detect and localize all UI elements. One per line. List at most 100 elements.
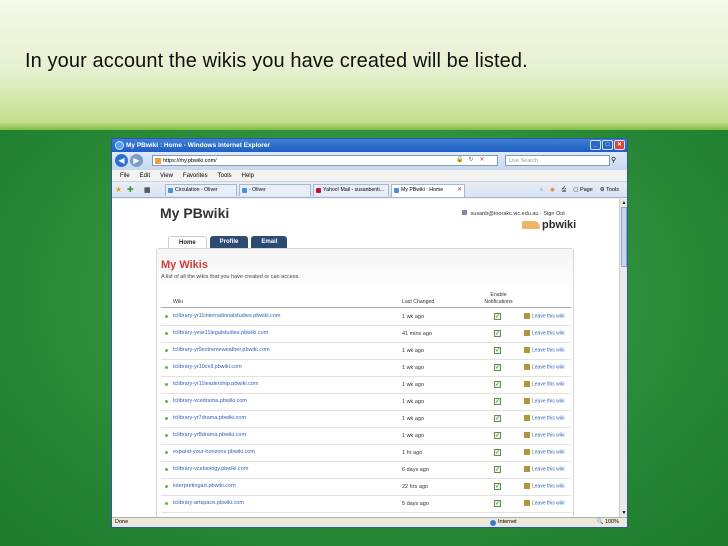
tab-close-icon[interactable]: ✕ [457, 185, 462, 196]
print-icon[interactable]: ⎙ [562, 185, 566, 195]
wiki-link[interactable]: interpretingart.pbwiki.com [173, 483, 236, 489]
menu-view[interactable]: View [160, 170, 173, 181]
page-menu[interactable]: ▢ Page [573, 185, 593, 195]
leave-wiki-link[interactable]: Leave this wiki [524, 313, 565, 319]
tab-home[interactable]: Home [168, 236, 207, 248]
wiki-link[interactable]: tclibrary-vcebiology.pbwiki.com [173, 466, 248, 472]
last-changed: 1 wk ago [402, 416, 425, 422]
leave-wiki-link[interactable]: Leave this wiki [524, 449, 565, 455]
table-row: tclibrary-artspace.pbwiki.com 5 days ago ✓… [161, 496, 571, 513]
notification-checkbox[interactable]: ✓ [494, 432, 501, 439]
tab-yahoo-mail[interactable]: Yahoo! Mail - susanbenti... [313, 184, 389, 196]
wiki-link[interactable]: tclibrary-yr8drama.pbwiki.com [173, 432, 246, 438]
table-row: tclibrary-vcedrama.pbwiki.com 1 wk ago ✓ Le… [161, 394, 571, 411]
notification-checkbox[interactable]: ✓ [494, 381, 501, 388]
zoom-level[interactable]: 🔍 100% [597, 518, 619, 527]
tab-circulation[interactable]: Circulation - Oliver [165, 184, 237, 196]
wiki-link[interactable]: tclibrary-yr11leadership.pbwiki.com [173, 381, 258, 387]
leave-label: Leave this wiki [532, 313, 565, 320]
bullet-icon [165, 468, 168, 471]
notification-checkbox[interactable]: ✓ [494, 500, 501, 507]
search-icon[interactable]: ⚲ [611, 155, 621, 166]
tab-oliver[interactable]: - Oliver [239, 184, 311, 196]
add-favorite-icon[interactable]: ✚ [127, 185, 134, 194]
table-header: Wiki Last Changed Enable Notifications [161, 290, 571, 308]
notification-checkbox[interactable]: ✓ [494, 398, 501, 405]
close-button[interactable]: ✕ [614, 140, 625, 150]
wiki-link[interactable]: tclibrary-artspace.pbwiki.com [173, 500, 244, 506]
vertical-scrollbar[interactable]: ▲ ▼ [619, 199, 627, 517]
menu-help[interactable]: Help [242, 170, 254, 181]
user-email[interactable]: susanb@toorakc.vic.edu.au [471, 211, 539, 217]
wiki-link[interactable]: tclibrary-yr7drama.pbwiki.com [173, 415, 246, 421]
tools-menu[interactable]: ⚙ Tools [600, 185, 619, 195]
scroll-down-icon[interactable]: ▼ [621, 510, 627, 516]
bullet-icon [165, 400, 168, 403]
minimize-button[interactable]: _ [590, 140, 601, 150]
stop-icon[interactable]: ✕ [478, 156, 486, 164]
notification-checkbox[interactable]: ✓ [494, 466, 501, 473]
leave-icon [524, 466, 530, 472]
search-input[interactable]: Live Search [505, 155, 610, 166]
last-changed: 6 days ago [402, 467, 429, 473]
back-button[interactable]: ◀ [115, 154, 128, 167]
leave-label: Leave this wiki [532, 432, 565, 439]
url-input[interactable]: https://my.pbwiki.com/ [152, 155, 498, 166]
home-icon[interactable]: ⌂ [540, 185, 543, 195]
notification-checkbox[interactable]: ✓ [494, 330, 501, 337]
leave-wiki-link[interactable]: Leave this wiki [524, 466, 565, 472]
sign-out-link[interactable]: Sign Out [543, 211, 564, 217]
leave-wiki-link[interactable]: Leave this wiki [524, 381, 565, 387]
scroll-thumb[interactable] [621, 207, 627, 267]
notification-checkbox[interactable]: ✓ [494, 347, 501, 354]
leave-wiki-link[interactable]: Leave this wiki [524, 347, 565, 353]
tab-profile[interactable]: Profile [209, 236, 249, 248]
leave-wiki-link[interactable]: Leave this wiki [524, 432, 565, 438]
notification-checkbox[interactable]: ✓ [494, 313, 501, 320]
leave-wiki-link[interactable]: Leave this wiki [524, 415, 565, 421]
tab-label: Circulation - Oliver [175, 187, 218, 193]
leave-wiki-link[interactable]: Leave this wiki [524, 330, 565, 336]
notification-checkbox[interactable]: ✓ [494, 449, 501, 456]
forward-button[interactable]: ▶ [130, 154, 143, 167]
ie-icon [115, 141, 124, 150]
favorites-star-icon[interactable]: ★ [115, 185, 122, 194]
leave-label: Leave this wiki [532, 347, 565, 354]
wiki-link[interactable]: tclibrary-yr11internationalstudies.pbwik… [173, 313, 281, 319]
lock-icon[interactable]: 🔒 [456, 156, 464, 164]
leave-wiki-link[interactable]: Leave this wiki [524, 483, 565, 489]
menu-file[interactable]: File [120, 170, 130, 181]
scroll-up-icon[interactable]: ▲ [621, 200, 627, 206]
leave-icon [524, 398, 530, 404]
table-row: tclibrary-yr7drama.pbwiki.com 1 wk ago ✓ Le… [161, 411, 571, 428]
leave-label: Leave this wiki [532, 415, 565, 422]
pbwiki-logo[interactable]: pbwiki [522, 219, 576, 231]
window-controls: _ □ ✕ [590, 140, 625, 150]
last-changed: 1 wk ago [402, 382, 425, 388]
wiki-link[interactable]: tclibrary-vcedrama.pbwiki.com [173, 398, 247, 404]
tab-bar: ★ ✚ ▦ Circulation - Oliver - Oliver Yaho… [112, 182, 627, 198]
last-changed: 1 wk ago [402, 314, 425, 320]
maximize-button[interactable]: □ [602, 140, 613, 150]
leave-label: Leave this wiki [532, 466, 565, 473]
notification-checkbox[interactable]: ✓ [494, 364, 501, 371]
wiki-link[interactable]: tclibrary-year11legalstudies.pbwiki.com [173, 330, 268, 336]
notification-checkbox[interactable]: ✓ [494, 483, 501, 490]
tab-my-pbwiki[interactable]: My PBwiki : Home ✕ [391, 184, 465, 197]
leave-wiki-link[interactable]: Leave this wiki [524, 398, 565, 404]
refresh-icon[interactable]: ↻ [467, 156, 475, 164]
leave-wiki-link[interactable]: Leave this wiki [524, 364, 565, 370]
tab-email[interactable]: Email [251, 236, 288, 248]
wiki-link[interactable]: tclibrary-yr10cell.pbwiki.com [173, 364, 242, 370]
menu-tools[interactable]: Tools [218, 170, 232, 181]
leave-icon [524, 381, 530, 387]
wiki-link[interactable]: expand-your-horizons.pbwiki.com [173, 449, 255, 455]
feeds-icon[interactable]: ◉ [550, 185, 555, 195]
user-icon [462, 210, 467, 215]
notification-checkbox[interactable]: ✓ [494, 415, 501, 422]
leave-wiki-link[interactable]: Leave this wiki [524, 500, 565, 506]
menu-edit[interactable]: Edit [140, 170, 150, 181]
menu-favorites[interactable]: Favorites [183, 170, 208, 181]
wiki-link[interactable]: tclibrary-yr9extremeweather.pbwiki.com [173, 347, 270, 353]
quick-tabs-icon[interactable]: ▦ [144, 186, 151, 194]
